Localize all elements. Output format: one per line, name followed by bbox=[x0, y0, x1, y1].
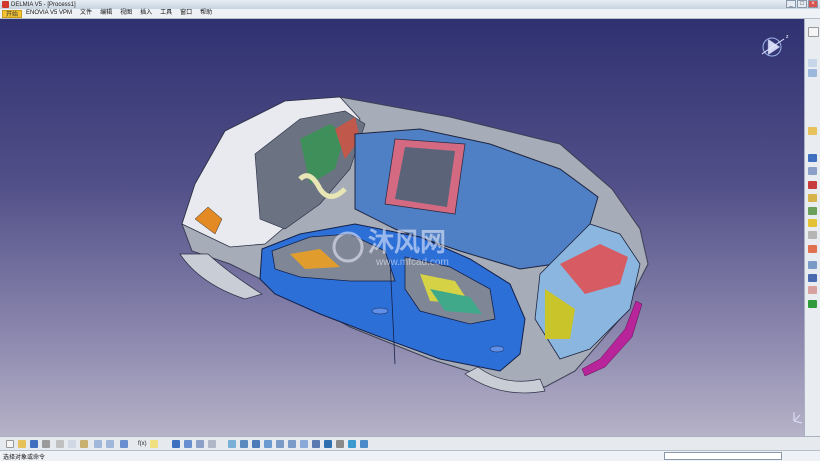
paste-icon[interactable] bbox=[80, 440, 88, 448]
menu-tools[interactable]: 工具 bbox=[156, 9, 176, 18]
menu-view[interactable]: 视图 bbox=[116, 9, 136, 18]
zoom-out-icon[interactable] bbox=[288, 440, 296, 448]
move-icon[interactable] bbox=[184, 440, 192, 448]
fit-all-icon[interactable] bbox=[240, 440, 248, 448]
hide-show-icon[interactable] bbox=[336, 440, 344, 448]
undo-icon[interactable] bbox=[94, 440, 102, 448]
tree-icon[interactable] bbox=[808, 194, 817, 202]
minimize-button[interactable]: _ bbox=[786, 0, 796, 8]
new-icon[interactable] bbox=[6, 440, 14, 448]
menu-enovia[interactable]: ENOVIA V5 VPM bbox=[22, 9, 76, 18]
manufacture-icon[interactable] bbox=[808, 154, 817, 162]
snap-icon[interactable] bbox=[208, 440, 216, 448]
cursor-icon[interactable] bbox=[808, 27, 819, 37]
compare-icon[interactable] bbox=[808, 286, 817, 294]
resource-icon[interactable] bbox=[808, 167, 817, 175]
status-prompt: 选择对象或命令 bbox=[3, 454, 46, 461]
plan-icon[interactable] bbox=[808, 261, 817, 269]
select-icon[interactable] bbox=[172, 440, 180, 448]
menu-insert[interactable]: 插入 bbox=[136, 9, 156, 18]
menu-bar: 开始 ENOVIA V5 VPM 文件 编辑 视图 插入 工具 窗口 帮助 bbox=[0, 9, 820, 19]
menu-file[interactable]: 文件 bbox=[76, 9, 96, 18]
right-toolbar bbox=[804, 19, 820, 436]
redo-icon[interactable] bbox=[106, 440, 114, 448]
save-icon[interactable] bbox=[30, 440, 38, 448]
copy-icon[interactable] bbox=[68, 440, 76, 448]
assembly-icon[interactable] bbox=[808, 127, 817, 135]
status-bar: 选择对象或命令 bbox=[0, 450, 820, 461]
car-body-model[interactable]: z 沐风网 www.mfcad.com bbox=[0, 19, 804, 436]
delmia-app-icon bbox=[2, 1, 9, 8]
3d-viewport[interactable]: z 沐风网 www.mfcad.com bbox=[0, 19, 804, 436]
watermark-logo-text: 沐风网 bbox=[368, 227, 446, 257]
cut-icon[interactable] bbox=[56, 440, 64, 448]
axis-icon bbox=[793, 412, 803, 424]
sketch-icon[interactable] bbox=[808, 59, 817, 67]
menu-help[interactable]: 帮助 bbox=[196, 9, 216, 18]
help-icon[interactable] bbox=[120, 440, 128, 448]
zoom-in-icon[interactable] bbox=[276, 440, 284, 448]
compass-icon[interactable]: z bbox=[761, 34, 789, 57]
part-icon[interactable] bbox=[808, 69, 817, 77]
open-icon[interactable] bbox=[18, 440, 26, 448]
menu-start[interactable]: 开始 bbox=[2, 9, 23, 18]
watermark-url-text: www.mfcad.com bbox=[375, 257, 449, 268]
process-icon[interactable] bbox=[808, 181, 817, 189]
render-icon[interactable] bbox=[324, 440, 332, 448]
maximize-button[interactable]: □ bbox=[797, 0, 807, 8]
catalog-icon[interactable] bbox=[360, 440, 368, 448]
print-icon[interactable] bbox=[42, 440, 50, 448]
rotate-icon[interactable] bbox=[196, 440, 204, 448]
close-button[interactable]: × bbox=[808, 0, 818, 8]
svg-text:z: z bbox=[786, 34, 789, 40]
menu-window[interactable]: 窗口 bbox=[176, 9, 196, 18]
command-input[interactable] bbox=[664, 452, 782, 460]
pan-icon[interactable] bbox=[252, 440, 260, 448]
simulation-icon[interactable] bbox=[808, 245, 817, 253]
comment-icon[interactable] bbox=[150, 440, 158, 448]
swap-icon[interactable] bbox=[348, 440, 356, 448]
formula-icon[interactable]: f(x) bbox=[138, 440, 147, 448]
graph-icon[interactable] bbox=[808, 274, 817, 282]
measure-icon[interactable] bbox=[808, 231, 817, 239]
analysis-icon[interactable] bbox=[808, 207, 817, 215]
iso-view-icon[interactable] bbox=[312, 440, 320, 448]
rotate-view-icon[interactable] bbox=[264, 440, 272, 448]
normal-view-icon[interactable] bbox=[300, 440, 308, 448]
compass-tool-icon[interactable] bbox=[808, 219, 817, 227]
menu-edit[interactable]: 编辑 bbox=[96, 9, 116, 18]
window-controls: _ □ × bbox=[786, 0, 818, 8]
bottom-toolbar: f(x) bbox=[0, 436, 820, 450]
check-icon[interactable] bbox=[808, 300, 817, 308]
fly-icon[interactable] bbox=[228, 440, 236, 448]
window-title: DELMIA V5 - [Process1] bbox=[11, 1, 76, 8]
